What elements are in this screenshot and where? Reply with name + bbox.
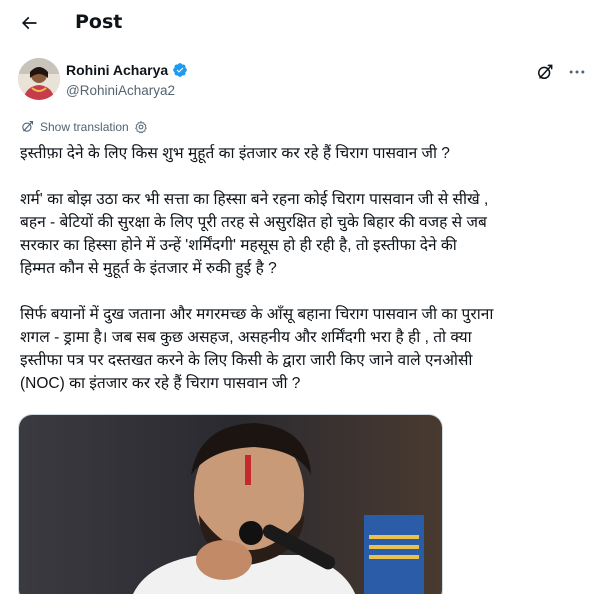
back-button[interactable] <box>16 10 42 36</box>
verified-badge-icon <box>173 63 188 77</box>
grok-button[interactable] <box>535 62 555 82</box>
translation-row: Show translation <box>20 119 148 134</box>
gear-icon[interactable] <box>134 120 148 134</box>
author-handle[interactable]: @RohiniAcharya2 <box>66 83 175 98</box>
show-translation-link[interactable]: Show translation <box>40 120 129 134</box>
post-text: इस्तीफ़ा देने के लिए किस शुभ मुहूर्त का … <box>20 142 590 395</box>
arrow-left-icon <box>21 16 37 30</box>
post-line: सिर्फ बयानों में दुख जताना और मगरमच्छ के… <box>20 306 494 323</box>
translate-icon <box>22 120 34 132</box>
post-line: बहन - बेटियों की सुरक्षा के लिए पूरी तरह… <box>20 214 487 231</box>
post-line: इस्तीफा पत्र पर दस्तखत करने के लिए किसी … <box>20 352 473 369</box>
author-name[interactable]: Rohini Acharya <box>66 62 168 78</box>
grok-icon <box>538 64 553 79</box>
page-title: Post <box>75 11 123 33</box>
more-horizontal-icon <box>569 70 585 74</box>
post-line: हिम्मत कौन से मुहूर्त के इंतजार में रुकी… <box>20 260 277 277</box>
author-row: Rohini Acharya @RohiniAcharya2 <box>18 58 587 104</box>
avatar[interactable] <box>18 58 60 100</box>
post-line: शगल - ड्रामा है। जब सब कुछ असहज, असहनीय … <box>20 329 472 346</box>
post-line: सरकार का हिस्सा होने में उन्हें 'शर्मिंद… <box>20 237 457 254</box>
top-bar: Post <box>0 0 601 48</box>
post-media-image[interactable] <box>18 414 443 594</box>
post-line: इस्तीफ़ा देने के लिए किस शुभ मुहूर्त का … <box>20 145 450 162</box>
more-button[interactable] <box>567 62 587 82</box>
post-line: (NOC) का इंतजार कर रहे हैं चिराग पासवान … <box>20 375 301 392</box>
post-line: शर्म' का बोझ उठा कर भी सत्ता का हिस्सा ब… <box>20 191 489 208</box>
